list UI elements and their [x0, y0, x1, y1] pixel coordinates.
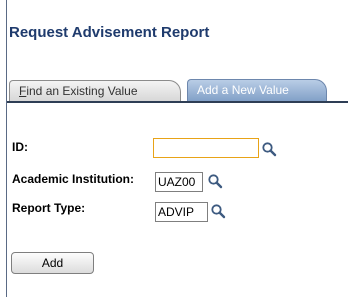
tab-strip-divider — [7, 101, 348, 103]
id-input[interactable] — [153, 138, 259, 158]
tab-label: ind an Existing Value — [26, 84, 138, 98]
report-type-label: Report Type: — [12, 201, 86, 215]
report-type-input[interactable] — [155, 202, 208, 222]
add-button[interactable]: Add — [11, 252, 94, 274]
tab-label: Add a New Value — [197, 83, 289, 97]
page-frame: Request Advisement Report Find an Existi… — [0, 0, 348, 297]
tab-add-new-value[interactable]: Add a New Value — [187, 79, 327, 102]
id-label: ID: — [12, 140, 28, 154]
left-border — [6, 0, 7, 297]
id-lookup-search-icon[interactable] — [261, 141, 277, 157]
academic-institution-input[interactable] — [155, 172, 203, 192]
academic-institution-label: Academic Institution: — [12, 172, 135, 186]
page-title: Request Advisement Report — [9, 24, 210, 41]
tab-find-existing-value[interactable]: Find an Existing Value — [9, 80, 181, 102]
report-type-lookup-search-icon[interactable] — [210, 203, 226, 219]
academic-institution-lookup-search-icon[interactable] — [207, 173, 223, 189]
